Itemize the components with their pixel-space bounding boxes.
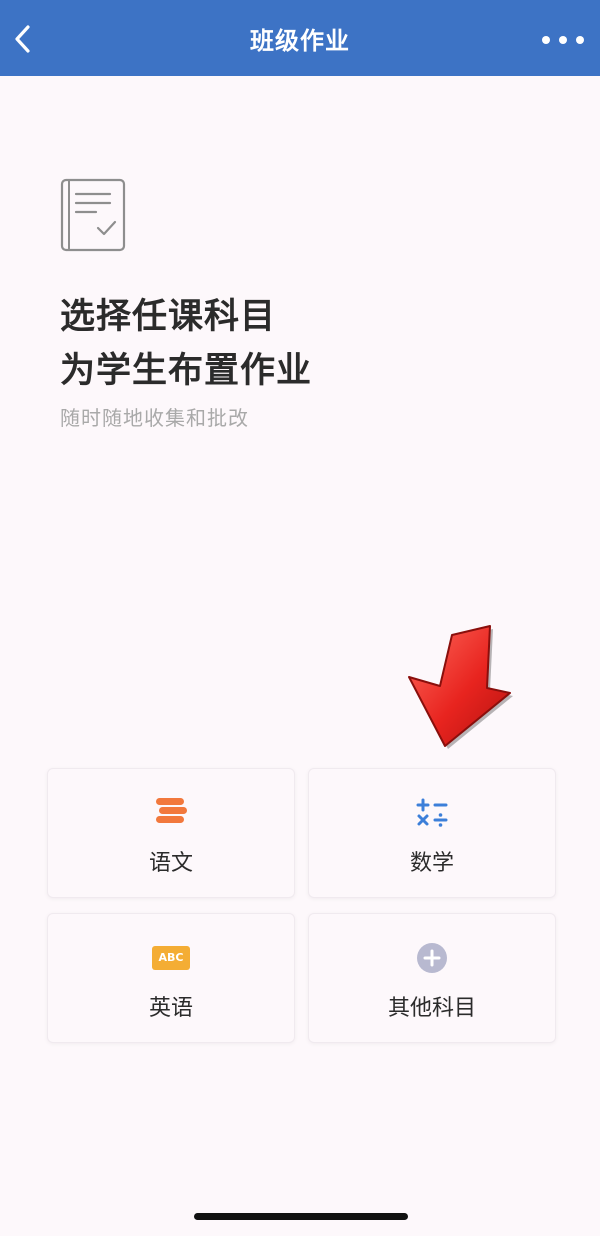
subject-card-other[interactable]: 其他科目 xyxy=(308,913,556,1043)
headline-line-2: 为学生布置作业 xyxy=(60,351,313,391)
more-button[interactable] xyxy=(542,30,584,50)
subtitle: 随时随地收集和批改 xyxy=(60,406,249,430)
plus-circle-icon xyxy=(417,943,447,973)
subject-label: 英语 xyxy=(148,996,193,1021)
subject-label: 语文 xyxy=(148,851,193,876)
page: 班级作业 选择任课科目 为学生布置作业 随时随地收集和批改 语文 数学 ABC … xyxy=(0,0,600,1236)
navbar: 班级作业 xyxy=(0,0,600,76)
more-dots-icon xyxy=(559,36,567,44)
home-indicator[interactable] xyxy=(194,1213,408,1220)
subject-card-chinese[interactable]: 语文 xyxy=(47,768,295,898)
subject-label: 数学 xyxy=(409,851,454,876)
subject-card-math[interactable]: 数学 xyxy=(308,768,556,898)
subject-label: 其他科目 xyxy=(387,996,476,1021)
headline: 选择任课科目 为学生布置作业 xyxy=(60,290,312,398)
subject-card-english[interactable]: ABC 英语 xyxy=(47,913,295,1043)
page-title: 班级作业 xyxy=(250,27,350,55)
books-stack-icon xyxy=(156,798,187,823)
abc-icon: ABC xyxy=(152,946,190,970)
headline-line-1: 选择任课科目 xyxy=(60,297,277,337)
red-arrow-down-icon xyxy=(408,625,513,749)
document-check-icon xyxy=(60,178,126,252)
more-dots-icon xyxy=(542,36,550,44)
math-symbols-icon xyxy=(416,798,448,827)
more-dots-icon xyxy=(576,36,584,44)
